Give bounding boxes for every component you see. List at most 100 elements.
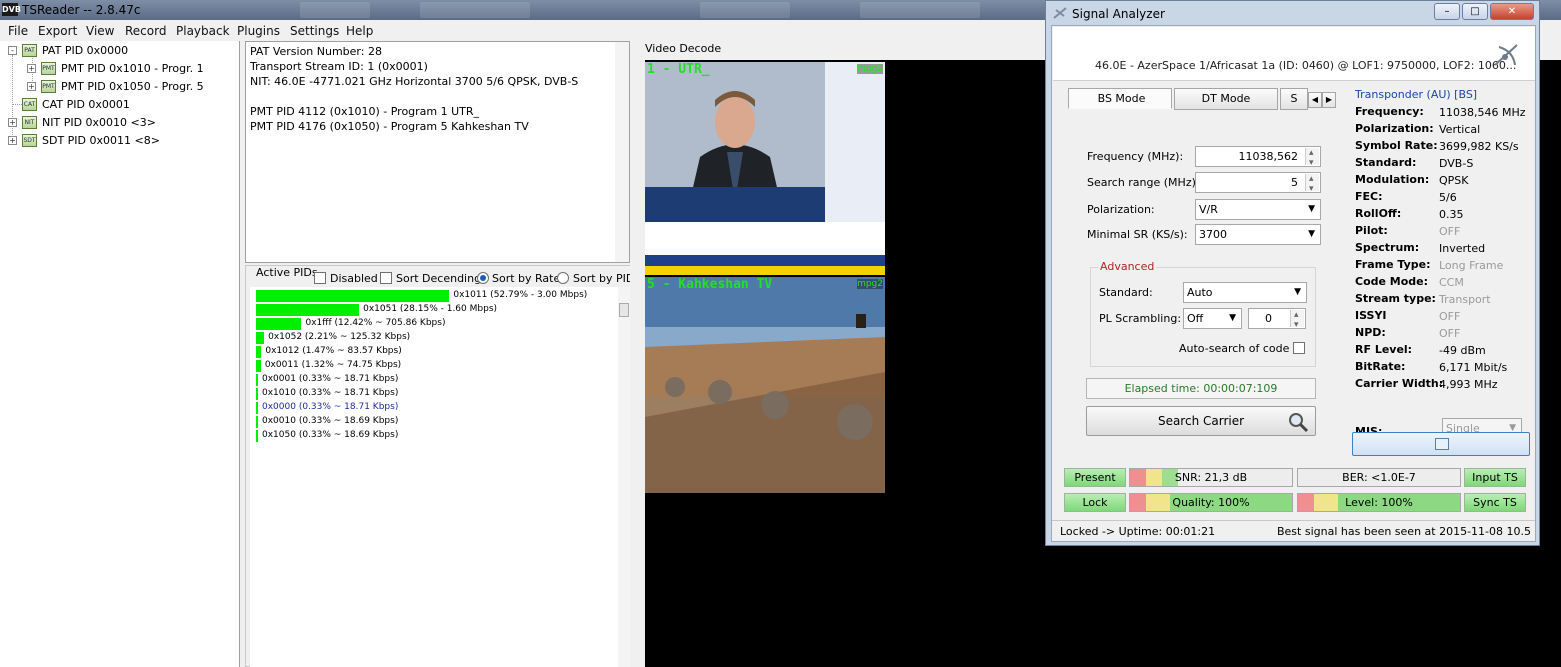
pl-scrambling-select[interactable]: Off ▼	[1183, 308, 1242, 329]
transponder-value: Transport	[1439, 293, 1491, 306]
frequency-input[interactable]: 11038,562	[1195, 144, 1321, 173]
tree-node-label: PMT PID 0x1010 - Progr. 1	[61, 62, 204, 75]
active-pids-title: Active PIDs	[254, 266, 320, 279]
polarization-select[interactable]: V/R ▼	[1195, 199, 1321, 220]
pid-list-scrollbar[interactable]	[618, 287, 630, 667]
pid-rate-label: 0x1fff (12.42% ~ 705.86 Kbps)	[305, 318, 446, 328]
sort-by-pid-label: Sort by PID	[573, 272, 635, 285]
pl-code-value: 0	[1265, 312, 1272, 325]
info-scrollbar[interactable]	[615, 42, 629, 262]
disabled-checkbox[interactable]	[314, 272, 326, 284]
video-frame-2	[645, 277, 885, 493]
spin-icon[interactable]	[1290, 306, 1304, 335]
pid-rate-bar	[256, 318, 302, 330]
expand-icon[interactable]: +	[8, 136, 17, 145]
transponder-value: CCM	[1439, 276, 1464, 289]
transponder-key: BitRate:	[1355, 360, 1406, 373]
standard-select[interactable]: Auto ▼	[1183, 282, 1307, 303]
present-indicator: Present	[1064, 468, 1126, 487]
transponder-value: 6,171 Mbit/s	[1439, 361, 1508, 374]
tree-node-label: CAT PID 0x0001	[42, 98, 130, 111]
tab-scroll-right-icon[interactable]: ▶	[1322, 92, 1336, 108]
minimal-sr-value: 3700	[1199, 228, 1227, 241]
collapse-icon[interactable]: -	[8, 46, 17, 55]
pid-tree[interactable]: - PAT PAT PID 0x0000 + PMT PMT PID 0x101…	[0, 41, 240, 667]
transponder-row: Standard: DVB-S	[1355, 156, 1525, 173]
minimal-sr-select[interactable]: 3700 ▼	[1195, 224, 1321, 245]
menu-plugins[interactable]: Plugins	[237, 24, 280, 38]
menu-file[interactable]: File	[8, 24, 28, 38]
pid-rate-bar	[256, 416, 258, 428]
menu-settings[interactable]: Settings	[290, 24, 339, 38]
analyzer-header: 46.0E - AzerSpace 1/Africasat 1a (ID: 04…	[1053, 27, 1535, 81]
sdt-icon: SDT	[22, 134, 37, 147]
scroll-thumb[interactable]	[619, 303, 629, 317]
minimize-button[interactable]: –	[1434, 3, 1460, 20]
auto-search-label: Auto-search of code	[1179, 342, 1290, 355]
transponder-row: Stream type: Transport	[1355, 292, 1525, 309]
pid-rate-bar	[256, 332, 265, 344]
transponder-value: Vertical	[1439, 123, 1481, 136]
expand-icon[interactable]: +	[8, 118, 17, 127]
satellite-info: 46.0E - AzerSpace 1/Africasat 1a (ID: 04…	[1095, 59, 1517, 72]
tree-node-label: NIT PID 0x0010 <3>	[42, 116, 156, 129]
transponder-value: OFF	[1439, 327, 1461, 340]
transponder-title: Transponder (AU) [BS]	[1355, 88, 1478, 101]
transponder-key: Spectrum:	[1355, 241, 1420, 254]
transponder-key: Pilot:	[1355, 224, 1388, 237]
pl-code-input[interactable]: 0	[1248, 306, 1306, 335]
tree-node-label: PMT PID 0x1050 - Progr. 5	[61, 80, 204, 93]
tab-scroll-left-icon[interactable]: ◀	[1308, 92, 1322, 108]
info-pane[interactable]: PAT Version Number: 28 Transport Stream …	[245, 41, 630, 263]
transponder-row: RollOff: 0.35	[1355, 207, 1525, 224]
transponder-value: 3699,982 KS/s	[1439, 140, 1519, 153]
video-frame-1	[645, 62, 885, 275]
video-channel-5[interactable]: 5 - Kahkeshan TV mpg2	[645, 277, 885, 493]
transponder-key: NPD:	[1355, 326, 1386, 339]
channel-label: 1 - UTR_	[647, 62, 710, 77]
transponder-value: Inverted	[1439, 242, 1486, 255]
transponder-key: Symbol Rate:	[1355, 139, 1438, 152]
transponder-value: OFF	[1439, 225, 1461, 238]
transponder-value: 11038,546 MHz	[1439, 106, 1526, 119]
pid-rate-label: 0x1052 (2.21% ~ 125.32 Kbps)	[268, 332, 411, 342]
tab-s[interactable]: S	[1280, 88, 1308, 110]
transponder-key: Carrier Width:	[1355, 377, 1444, 390]
transponder-row: Code Mode: CCM	[1355, 275, 1525, 292]
tree-line	[12, 104, 22, 105]
pid-rate-label: 0x0011 (1.32% ~ 74.75 Kbps)	[264, 360, 402, 370]
spin-icon[interactable]	[1305, 144, 1319, 173]
quality-value: Quality: 100%	[1172, 496, 1250, 509]
menu-view[interactable]: View	[86, 24, 114, 38]
pid-rate-bar	[256, 430, 258, 442]
menu-playback[interactable]: Playback	[176, 24, 230, 38]
sort-by-pid-radio[interactable]	[557, 272, 569, 284]
disabled-label: Disabled	[330, 272, 378, 285]
expand-icon[interactable]: +	[27, 82, 36, 91]
tab-dt-mode[interactable]: DT Mode	[1174, 88, 1278, 110]
video-channel-1[interactable]: 1 - UTR_ mpg2	[645, 62, 885, 275]
menu-help[interactable]: Help	[346, 24, 373, 38]
menu-record[interactable]: Record	[125, 24, 166, 38]
expand-button[interactable]	[1352, 432, 1530, 456]
tab-bs-mode[interactable]: BS Mode	[1068, 88, 1172, 109]
minimal-sr-label: Minimal SR (KS/s):	[1087, 228, 1188, 241]
menu-export[interactable]: Export	[38, 24, 77, 38]
pane-scrollbar[interactable]	[630, 41, 644, 667]
analyzer-body: 46.0E - AzerSpace 1/Africasat 1a (ID: 04…	[1051, 25, 1536, 542]
auto-search-checkbox[interactable]	[1293, 342, 1305, 354]
active-pids-list[interactable]: 0x1011 (52.79% - 3.00 Mbps) 0x1051 (28.15…	[250, 287, 630, 667]
maximize-button[interactable]: □	[1462, 3, 1488, 20]
pmt-icon: PMT	[41, 62, 56, 75]
advanced-title: Advanced	[1098, 260, 1157, 273]
search-carrier-button[interactable]: Search Carrier	[1086, 406, 1316, 436]
close-button[interactable]: ✕	[1490, 3, 1534, 20]
spin-icon[interactable]	[1305, 170, 1319, 199]
sort-descending-checkbox[interactable]	[380, 272, 392, 284]
search-range-input[interactable]: 5	[1195, 170, 1321, 199]
window-icon	[1435, 438, 1449, 450]
polarization-label: Polarization:	[1087, 203, 1155, 216]
sync-ts-indicator: Sync TS	[1464, 493, 1526, 512]
sort-by-rate-radio[interactable]	[477, 272, 489, 284]
expand-icon[interactable]: +	[27, 64, 36, 73]
